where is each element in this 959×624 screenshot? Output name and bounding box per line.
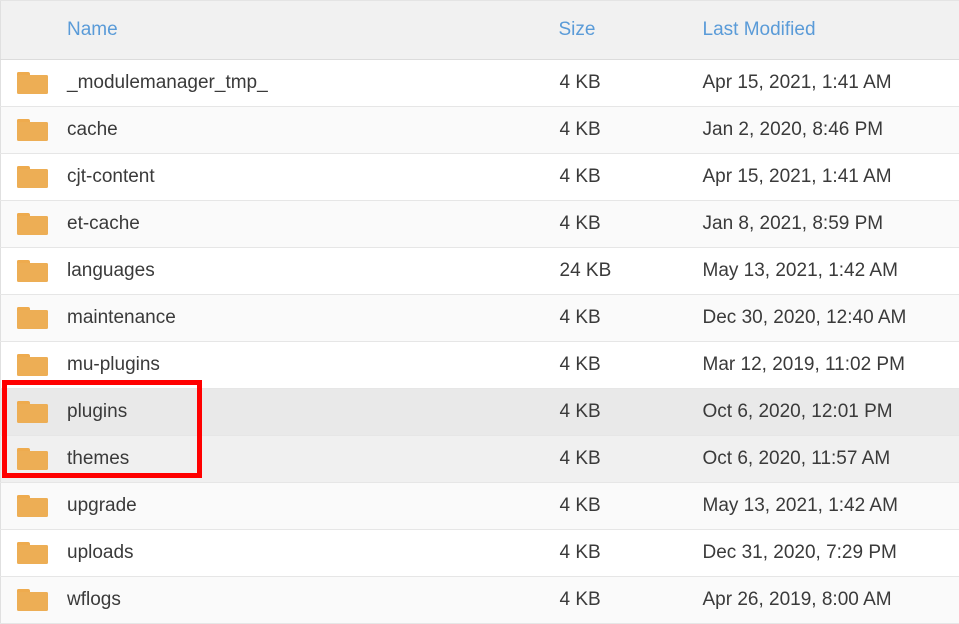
cell-size: 4 KB (540, 483, 692, 530)
file-name-label: plugins (67, 389, 127, 435)
folder-icon (17, 401, 48, 423)
folder-icon (17, 260, 48, 282)
file-name-label: wflogs (67, 577, 121, 623)
folder-icon (17, 307, 48, 329)
cell-name[interactable]: plugins (1, 389, 540, 436)
cell-size: 4 KB (540, 342, 692, 389)
folder-icon (17, 448, 48, 470)
cell-last-modified: Apr 26, 2019, 8:00 AM (692, 577, 959, 624)
table-row[interactable]: cache 4 KB Jan 2, 2020, 8:46 PM (1, 107, 959, 154)
cell-name[interactable]: cjt-content (1, 154, 540, 201)
cell-last-modified: Dec 31, 2020, 7:29 PM (692, 530, 959, 577)
cell-size: 4 KB (540, 577, 692, 624)
cell-name[interactable]: cache (1, 107, 540, 154)
file-name-label: upgrade (67, 483, 137, 529)
file-name-label: themes (67, 436, 129, 482)
cell-last-modified: Apr 15, 2021, 1:41 AM (692, 60, 959, 107)
table-body: _modulemanager_tmp_ 4 KB Apr 15, 2021, 1… (1, 60, 959, 624)
table-row[interactable]: upgrade 4 KB May 13, 2021, 1:42 AM (1, 483, 959, 530)
table-row[interactable]: languages 24 KB May 13, 2021, 1:42 AM (1, 248, 959, 295)
cell-last-modified: Mar 12, 2019, 11:02 PM (692, 342, 959, 389)
file-name-label: _modulemanager_tmp_ (67, 60, 268, 106)
cell-name[interactable]: wflogs (1, 577, 540, 624)
folder-icon (17, 213, 48, 235)
table-row[interactable]: cjt-content 4 KB Apr 15, 2021, 1:41 AM (1, 154, 959, 201)
cell-last-modified: Apr 15, 2021, 1:41 AM (692, 154, 959, 201)
table-row-plugins[interactable]: plugins 4 KB Oct 6, 2020, 12:01 PM (1, 389, 959, 436)
table-row[interactable]: uploads 4 KB Dec 31, 2020, 7:29 PM (1, 530, 959, 577)
cell-last-modified: May 13, 2021, 1:42 AM (692, 248, 959, 295)
table-row[interactable]: maintenance 4 KB Dec 30, 2020, 12:40 AM (1, 295, 959, 342)
folder-icon (17, 119, 48, 141)
table-header-row: Name Size Last Modified (1, 1, 959, 60)
table-row[interactable]: et-cache 4 KB Jan 8, 2021, 8:59 PM (1, 201, 959, 248)
cell-name[interactable]: et-cache (1, 201, 540, 248)
cell-last-modified: Dec 30, 2020, 12:40 AM (692, 295, 959, 342)
file-name-label: maintenance (67, 295, 176, 341)
file-name-label: cache (67, 107, 118, 153)
table-row-themes[interactable]: themes 4 KB Oct 6, 2020, 11:57 AM (1, 436, 959, 483)
file-list-table: Name Size Last Modified _modulemanager_t… (0, 0, 959, 624)
folder-icon (17, 72, 48, 94)
file-name-label: et-cache (67, 201, 140, 247)
cell-name[interactable]: mu-plugins (1, 342, 540, 389)
file-name-label: languages (67, 248, 155, 294)
cell-name[interactable]: uploads (1, 530, 540, 577)
column-header-size[interactable]: Size (540, 1, 692, 60)
cell-last-modified: Oct 6, 2020, 12:01 PM (692, 389, 959, 436)
table-header: Name Size Last Modified (1, 1, 959, 60)
table-row[interactable]: wflogs 4 KB Apr 26, 2019, 8:00 AM (1, 577, 959, 624)
cell-size: 4 KB (540, 436, 692, 483)
file-name-label: mu-plugins (67, 342, 160, 388)
cell-name[interactable]: _modulemanager_tmp_ (1, 60, 540, 107)
cell-name[interactable]: languages (1, 248, 540, 295)
cell-last-modified: Oct 6, 2020, 11:57 AM (692, 436, 959, 483)
file-browser: Name Size Last Modified _modulemanager_t… (0, 0, 959, 614)
table-row[interactable]: _modulemanager_tmp_ 4 KB Apr 15, 2021, 1… (1, 60, 959, 107)
cell-last-modified: Jan 2, 2020, 8:46 PM (692, 107, 959, 154)
cell-size: 4 KB (540, 154, 692, 201)
cell-name[interactable]: maintenance (1, 295, 540, 342)
table-row[interactable]: mu-plugins 4 KB Mar 12, 2019, 11:02 PM (1, 342, 959, 389)
folder-icon (17, 354, 48, 376)
cell-size: 4 KB (540, 107, 692, 154)
cell-size: 4 KB (540, 60, 692, 107)
cell-last-modified: Jan 8, 2021, 8:59 PM (692, 201, 959, 248)
cell-name[interactable]: themes (1, 436, 540, 483)
cell-name[interactable]: upgrade (1, 483, 540, 530)
cell-size: 4 KB (540, 295, 692, 342)
folder-icon (17, 166, 48, 188)
column-header-last-modified[interactable]: Last Modified (692, 1, 959, 60)
folder-icon (17, 542, 48, 564)
cell-size: 24 KB (540, 248, 692, 295)
cell-size: 4 KB (540, 530, 692, 577)
cell-last-modified: May 13, 2021, 1:42 AM (692, 483, 959, 530)
column-header-name[interactable]: Name (1, 1, 540, 60)
cell-size: 4 KB (540, 201, 692, 248)
cell-size: 4 KB (540, 389, 692, 436)
file-name-label: cjt-content (67, 154, 155, 200)
file-name-label: uploads (67, 530, 134, 576)
folder-icon (17, 589, 48, 611)
folder-icon (17, 495, 48, 517)
